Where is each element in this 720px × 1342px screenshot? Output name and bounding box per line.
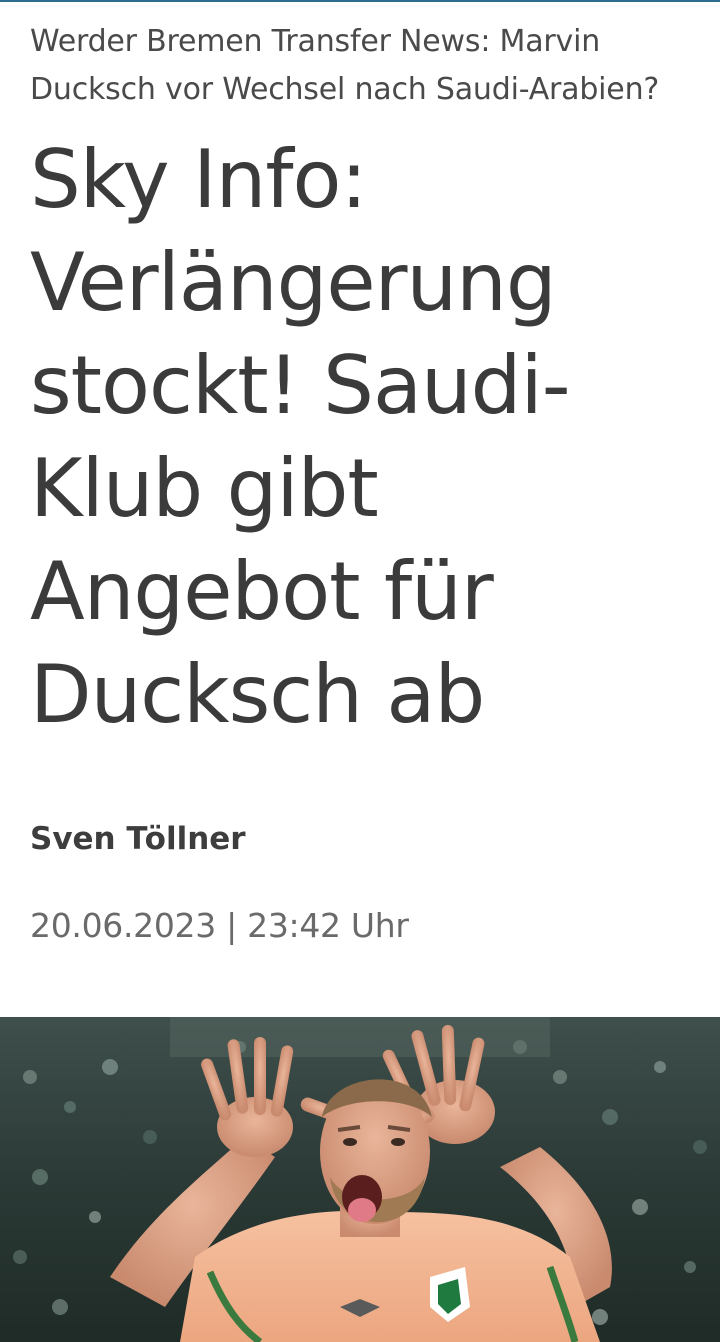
top-rule: [0, 0, 720, 2]
article-author[interactable]: Sven Töllner: [30, 815, 246, 863]
article-kicker: Werder Bremen Transfer News: Marvin Duck…: [30, 24, 660, 107]
hero-image[interactable]: [0, 1017, 720, 1342]
article-dateline: 20.06.2023 | 23:42 Uhr: [30, 906, 409, 945]
article-headline: Sky Info: Verlängerung stockt! Saudi-Klu…: [30, 133, 571, 741]
player-celebration-photo-icon: [0, 1017, 720, 1342]
